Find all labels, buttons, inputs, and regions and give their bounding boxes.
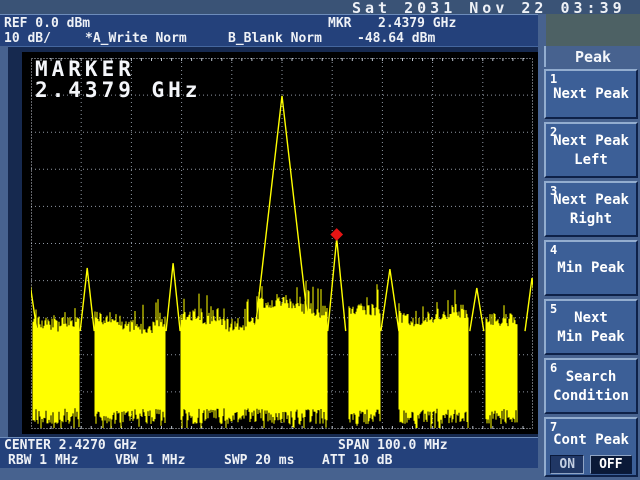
center-frequency-readout: CENTER 2.4270 GHz	[4, 438, 138, 453]
display-frame: MARKER 2.4379 GHz	[8, 46, 538, 437]
softkey-number: 1	[550, 72, 558, 86]
marker-amplitude-readout: -48.64 dBm	[357, 31, 436, 46]
softkey-number: 3	[550, 184, 558, 198]
softkey-label: Min Peak	[557, 260, 625, 276]
vbw-readout: VBW 1 MHz	[115, 453, 186, 468]
marker-label: MKR	[328, 16, 352, 31]
marker-annotation-value: 2.4379 GHz	[35, 78, 202, 102]
trace-a-mode: *A_Write Norm	[85, 31, 187, 46]
softkey-label: Cont Peak	[553, 432, 629, 448]
softkey-min-peak[interactable]: 4 Min Peak	[544, 240, 638, 296]
softkey-menu-title: Peak	[544, 46, 640, 67]
softkey-label: Left	[574, 151, 608, 168]
softkey-number: 5	[550, 302, 558, 316]
cont-peak-toggle: ON OFF	[550, 455, 632, 474]
softkey-label: Search	[565, 368, 617, 385]
ref-level-readout: REF 0.0 dBm	[4, 16, 91, 31]
softkey-next-peak-right[interactable]: 3 Next Peak Right	[544, 181, 638, 237]
scale-readout: 10 dB/	[4, 31, 51, 46]
softkey-cont-peak[interactable]: 7 Cont Peak ON OFF	[544, 417, 638, 477]
softkey-label: Right	[569, 210, 613, 227]
sweep-time-readout: SWP 20 ms	[224, 453, 295, 468]
cont-peak-off-button[interactable]: OFF	[590, 455, 632, 474]
softkey-next-peak[interactable]: 1 Next Peak	[544, 69, 638, 119]
softkey-search-condition[interactable]: 6 Search Condition	[544, 358, 638, 414]
softkey-label: Next	[574, 309, 608, 326]
softkey-label: Next Peak	[553, 132, 629, 149]
bezel-corner-block	[546, 14, 640, 46]
trace-b-mode: B_Blank Norm	[228, 31, 322, 46]
softkey-label: Condition	[553, 387, 629, 404]
softkey-label: Next Peak	[553, 191, 629, 208]
softkey-number: 4	[550, 243, 558, 257]
footer-annotation-bar: CENTER 2.4270 GHz SPAN 100.0 MHz RBW 1 M…	[0, 437, 538, 468]
title-strip: Sat 2031 Nov 22 03:39	[0, 0, 640, 17]
softkey-next-min-peak[interactable]: 5 Next Min Peak	[544, 299, 638, 355]
spectrum-analyzer-screen: Sat 2031 Nov 22 03:39 REF 0.0 dBm MKR 2.…	[0, 0, 640, 480]
softkey-number: 6	[550, 361, 558, 375]
softkey-number: 7	[550, 420, 558, 434]
softkey-next-peak-left[interactable]: 2 Next Peak Left	[544, 122, 638, 178]
rbw-readout: RBW 1 MHz	[8, 453, 79, 468]
header-annotation-bar: REF 0.0 dBm MKR 2.4379 GHz 10 dB/ *A_Wri…	[0, 14, 538, 46]
spectrum-plot: MARKER 2.4379 GHz	[22, 52, 538, 434]
attenuation-readout: ATT 10 dB	[322, 453, 393, 468]
softkey-number: 2	[550, 125, 558, 139]
trace-svg	[31, 58, 533, 429]
span-readout: SPAN 100.0 MHz	[338, 438, 448, 453]
cont-peak-on-button[interactable]: ON	[550, 455, 585, 474]
softkey-label: Min Peak	[557, 328, 625, 345]
marker-frequency-readout: 2.4379 GHz	[378, 16, 457, 31]
softkey-label: Next Peak	[553, 86, 629, 102]
marker-annotation: MARKER 2.4379 GHz	[35, 59, 201, 101]
